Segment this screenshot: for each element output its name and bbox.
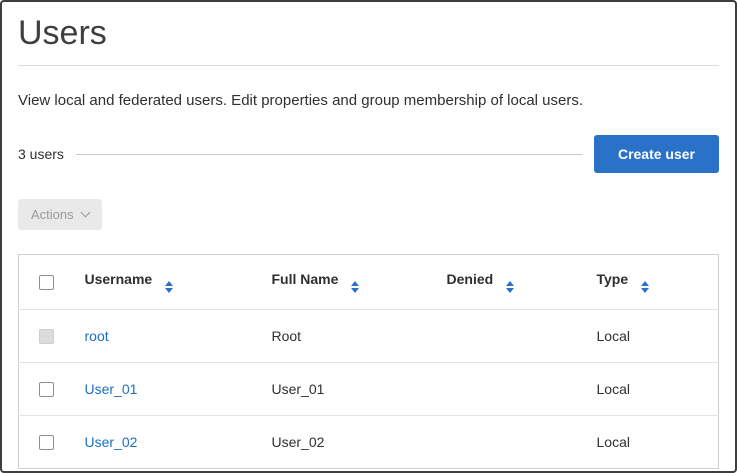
count-row: 3 users Create user xyxy=(18,135,719,173)
username-cell: User_02 xyxy=(74,415,262,469)
count-divider-line xyxy=(75,153,582,155)
actions-button-label: Actions xyxy=(31,207,74,222)
username-cell: root xyxy=(74,309,262,363)
column-header-denied[interactable]: Denied xyxy=(437,255,587,310)
page-description: View local and federated users. Edit pro… xyxy=(18,92,584,109)
select-all-checkbox[interactable] xyxy=(39,274,54,290)
username-link[interactable]: User_01 xyxy=(85,381,138,397)
table-row: root Root Local xyxy=(18,309,719,363)
username-cell: User_01 xyxy=(74,362,262,416)
column-header-type[interactable]: Type xyxy=(587,255,719,310)
column-header-full-name[interactable]: Full Name xyxy=(262,255,437,310)
users-count: 3 users xyxy=(18,146,64,162)
checkbox-cell xyxy=(18,309,75,363)
column-header-username[interactable]: Username xyxy=(75,255,262,310)
checkbox-cell xyxy=(18,415,75,469)
chevron-down-icon xyxy=(80,207,91,218)
full-name-cell: Root xyxy=(261,309,437,363)
select-all-header-cell xyxy=(19,255,75,310)
actions-button[interactable]: Actions xyxy=(18,199,102,230)
username-link[interactable]: User_02 xyxy=(85,434,138,450)
full-name-cell: User_02 xyxy=(261,415,437,469)
table-header-row: Username Full Name Denied Type xyxy=(19,255,719,310)
username-link[interactable]: root xyxy=(85,328,109,344)
column-label-full-name: Full Name xyxy=(271,270,339,287)
type-cell: Local xyxy=(586,309,719,363)
table-row: User_02 User_02 Local xyxy=(18,415,719,469)
denied-cell xyxy=(436,309,587,363)
sort-icon[interactable] xyxy=(506,280,515,294)
row-checkbox[interactable] xyxy=(39,434,54,450)
checkbox-cell xyxy=(18,362,75,416)
denied-cell xyxy=(436,415,587,469)
page-title: Users xyxy=(18,14,107,52)
users-page: Users View local and federated users. Ed… xyxy=(0,0,737,473)
users-table: Username Full Name Denied Type root Root… xyxy=(18,254,719,469)
column-label-username: Username xyxy=(84,270,153,287)
row-checkbox[interactable] xyxy=(39,381,54,397)
type-cell: Local xyxy=(586,415,719,469)
table-row: User_01 User_01 Local xyxy=(18,362,719,416)
sort-icon[interactable] xyxy=(641,280,650,294)
denied-cell xyxy=(436,362,587,416)
title-divider xyxy=(18,65,719,66)
full-name-cell: User_01 xyxy=(261,362,437,416)
sort-icon[interactable] xyxy=(351,280,360,294)
sort-icon[interactable] xyxy=(165,280,174,294)
create-user-button[interactable]: Create user xyxy=(593,135,719,173)
column-label-type: Type xyxy=(596,270,629,287)
column-label-denied: Denied xyxy=(446,270,494,287)
type-cell: Local xyxy=(586,362,719,416)
row-checkbox[interactable] xyxy=(39,328,54,344)
